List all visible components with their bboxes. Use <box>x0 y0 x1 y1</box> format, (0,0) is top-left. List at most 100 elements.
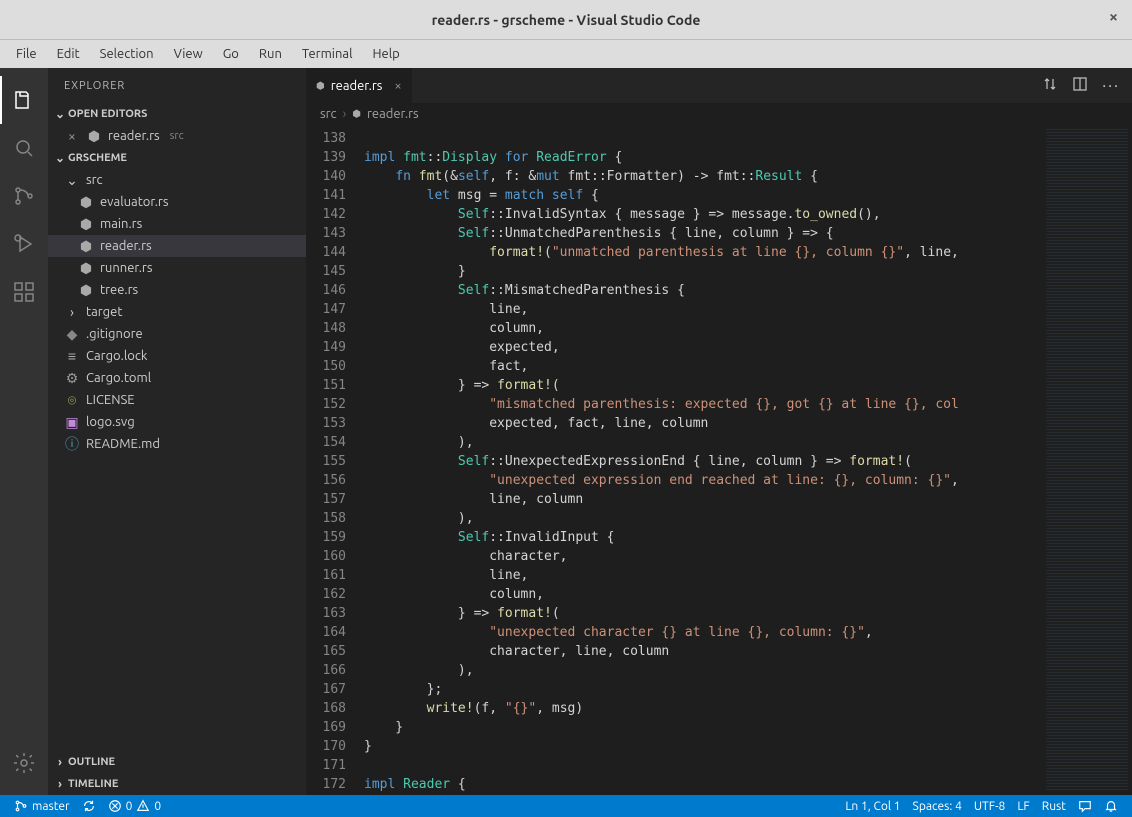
rust-file-icon: ⬢ <box>78 194 94 210</box>
menu-selection[interactable]: Selection <box>92 43 162 65</box>
git-file-icon: ◆ <box>64 326 80 342</box>
window-close-icon[interactable]: × <box>1109 8 1118 26</box>
activity-source-control-icon[interactable] <box>0 172 48 220</box>
menu-run[interactable]: Run <box>251 43 290 65</box>
file-item[interactable]: ▣ logo.svg <box>48 411 306 433</box>
breadcrumb-folder[interactable]: src <box>320 107 337 121</box>
rust-file-icon: ⬢ <box>78 260 94 276</box>
lock-file-icon: ≡ <box>64 348 80 364</box>
license-file-icon: ⌾ <box>64 392 80 408</box>
tree-item-label: Cargo.lock <box>86 349 147 363</box>
close-icon[interactable]: × <box>64 128 80 144</box>
open-editors-header[interactable]: ⌄ OPEN EDITORS <box>48 103 306 125</box>
open-editor-item[interactable]: × ⬢ reader.rs src <box>48 125 306 147</box>
compare-changes-icon[interactable] <box>1042 76 1058 95</box>
chevron-right-icon: › <box>64 304 80 320</box>
file-item[interactable]: ◆ .gitignore <box>48 323 306 345</box>
tab-reader-rs[interactable]: ⬢ reader.rs × <box>306 68 413 103</box>
folder-item[interactable]: › target <box>48 301 306 323</box>
menubar: File Edit Selection View Go Run Terminal… <box>0 40 1132 68</box>
file-item[interactable]: ⬢ tree.rs <box>48 279 306 301</box>
file-item[interactable]: ⌾ LICENSE <box>48 389 306 411</box>
menu-go[interactable]: Go <box>215 43 247 65</box>
editor-area: ⬢ reader.rs × ··· src › ⬢ reader.rs 1381… <box>306 68 1132 795</box>
status-sync-icon[interactable] <box>76 799 102 813</box>
chevron-right-icon: › <box>343 107 347 121</box>
minimap[interactable] <box>1042 125 1132 795</box>
toml-file-icon: ⚙ <box>64 370 80 386</box>
status-bell-icon[interactable] <box>1098 799 1124 813</box>
chevron-right-icon: › <box>52 778 68 791</box>
sidebar-title: EXPLORER <box>48 68 306 103</box>
activity-explorer-icon[interactable] <box>0 76 48 124</box>
svg-file-icon: ▣ <box>64 414 80 430</box>
rust-file-icon: ⬢ <box>78 216 94 232</box>
more-actions-icon[interactable]: ··· <box>1102 77 1120 95</box>
folder-item[interactable]: ⌄ src <box>48 169 306 191</box>
editor-actions: ··· <box>1030 68 1132 103</box>
activity-debug-icon[interactable] <box>0 220 48 268</box>
code-content[interactable]: impl fmt::Display for ReadError { fn fmt… <box>364 125 1042 795</box>
tree-item-label: .gitignore <box>86 327 143 341</box>
md-file-icon: ⓘ <box>64 436 80 452</box>
code-editor[interactable]: 1381391401411421431441451461471481491501… <box>306 125 1132 795</box>
outline-header[interactable]: › OUTLINE <box>48 751 306 773</box>
file-item[interactable]: ≡ Cargo.lock <box>48 345 306 367</box>
tree-item-label: reader.rs <box>100 239 152 253</box>
chevron-down-icon: ⌄ <box>64 172 80 188</box>
close-tab-icon[interactable]: × <box>394 79 401 93</box>
status-bar: master 0 0 Ln 1, Col 1 Spaces: 4 UTF-8 L… <box>0 795 1132 817</box>
chevron-right-icon: › <box>52 756 68 769</box>
menu-file[interactable]: File <box>8 43 45 65</box>
status-cursor[interactable]: Ln 1, Col 1 <box>839 800 906 813</box>
status-spaces[interactable]: Spaces: 4 <box>907 800 968 813</box>
status-branch[interactable]: master <box>8 799 76 813</box>
status-language[interactable]: Rust <box>1036 800 1072 813</box>
sidebar: EXPLORER ⌄ OPEN EDITORS × ⬢ reader.rs sr… <box>48 68 306 795</box>
tree-item-label: tree.rs <box>100 283 138 297</box>
split-editor-icon[interactable] <box>1072 76 1088 95</box>
breadcrumbs[interactable]: src › ⬢ reader.rs <box>306 103 1132 125</box>
file-item[interactable]: ⚙ Cargo.toml <box>48 367 306 389</box>
activity-settings-icon[interactable] <box>0 739 48 787</box>
activity-search-icon[interactable] <box>0 124 48 172</box>
status-eol[interactable]: LF <box>1011 800 1035 813</box>
menu-help[interactable]: Help <box>364 43 407 65</box>
window-title: reader.rs - grscheme - Visual Studio Cod… <box>432 12 701 28</box>
file-item[interactable]: ⬢ main.rs <box>48 213 306 235</box>
activity-extensions-icon[interactable] <box>0 268 48 316</box>
tree-item-label: evaluator.rs <box>100 195 168 209</box>
tree-item-label: README.md <box>86 437 160 451</box>
timeline-header[interactable]: › TIMELINE <box>48 773 306 795</box>
file-item[interactable]: ⓘ README.md <box>48 433 306 455</box>
breadcrumb-file[interactable]: reader.rs <box>367 107 419 121</box>
status-encoding[interactable]: UTF-8 <box>968 800 1011 813</box>
tabs-row: ⬢ reader.rs × ··· <box>306 68 1132 103</box>
tree-item-label: logo.svg <box>86 415 135 429</box>
file-item[interactable]: ⬢ runner.rs <box>48 257 306 279</box>
rust-file-icon: ⬢ <box>86 128 102 144</box>
tree-item-label: LICENSE <box>86 393 135 407</box>
tree-item-label: src <box>86 173 103 187</box>
menu-edit[interactable]: Edit <box>49 43 88 65</box>
status-feedback-icon[interactable] <box>1072 799 1098 813</box>
menu-terminal[interactable]: Terminal <box>294 43 361 65</box>
rust-file-icon: ⬢ <box>78 282 94 298</box>
tree-item-label: main.rs <box>100 217 142 231</box>
menu-view[interactable]: View <box>166 43 211 65</box>
tree-item-label: Cargo.toml <box>86 371 151 385</box>
line-numbers: 1381391401411421431441451461471481491501… <box>306 125 364 795</box>
status-problems[interactable]: 0 0 <box>102 799 168 813</box>
chevron-down-icon: ⌄ <box>52 107 68 121</box>
window-titlebar: reader.rs - grscheme - Visual Studio Cod… <box>0 0 1132 40</box>
tree-item-label: target <box>86 305 122 319</box>
project-header[interactable]: ⌄ GRSCHEME <box>48 147 306 169</box>
rust-file-icon: ⬢ <box>316 80 325 92</box>
file-tree: ⌄ src ⬢ evaluator.rs ⬢ main.rs ⬢ reader.rs ⬢ runn… <box>48 169 306 751</box>
file-item[interactable]: ⬢ evaluator.rs <box>48 191 306 213</box>
file-item[interactable]: ⬢ reader.rs <box>48 235 306 257</box>
tree-item-label: runner.rs <box>100 261 152 275</box>
rust-file-icon: ⬢ <box>78 238 94 254</box>
activity-bar <box>0 68 48 795</box>
chevron-down-icon: ⌄ <box>52 151 68 165</box>
